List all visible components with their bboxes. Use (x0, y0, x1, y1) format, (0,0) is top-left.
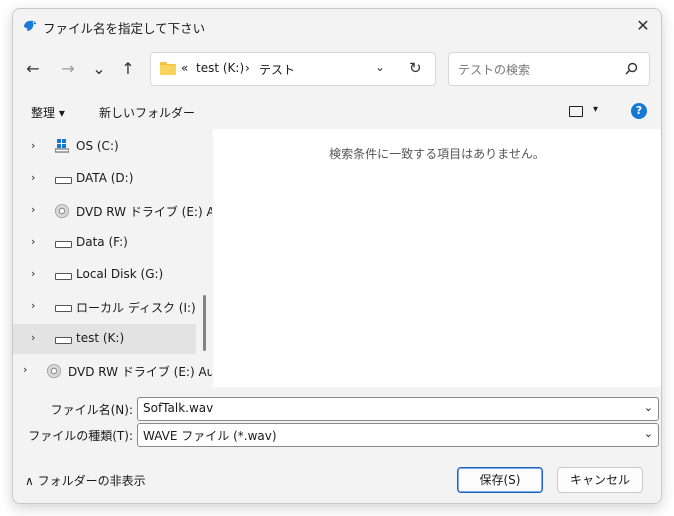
view-options-chevron-icon[interactable]: ▾ (593, 104, 598, 115)
disc-icon (55, 204, 69, 218)
tree-item-label: DVD RW ドライブ (E:) Audio CD (76, 205, 212, 219)
folder-icon (160, 62, 176, 75)
hide-folders-button[interactable]: ∧ フォルダーの非表示 (25, 472, 146, 489)
search-input[interactable]: テストの検索 (448, 52, 650, 86)
drive-icon (55, 273, 72, 280)
drive-icon (55, 177, 72, 184)
view-layout-icon[interactable] (569, 106, 583, 117)
address-history-chevron-icon[interactable]: ⌄ (375, 60, 385, 74)
windows-drive-icon (55, 139, 69, 153)
navigation-scrollbar[interactable] (203, 295, 206, 351)
expand-chevron-icon[interactable]: › (31, 299, 35, 312)
empty-result-message: 検索条件に一致する項目はありません。 (329, 147, 545, 161)
tree-item-label: DATA (D:) (76, 171, 134, 185)
tree-item-label: ローカル ディスク (I:) (76, 301, 196, 315)
drive-icon (55, 241, 72, 248)
file-type-select[interactable]: WAVE ファイル (*.wav) ⌄ (137, 423, 659, 447)
expand-chevron-icon[interactable]: › (31, 171, 35, 184)
file-list-pane[interactable]: 検索条件に一致する項目はありません。 (213, 129, 661, 387)
tree-item-test-k[interactable]: › test (K:) (13, 324, 196, 354)
expand-chevron-icon[interactable]: › (23, 363, 27, 376)
disc-icon (47, 364, 61, 378)
file-fields: ファイル名(N): SofTalk.wav ⌄ ファイルの種類(T): WAVE… (13, 387, 661, 449)
drive-icon (55, 337, 72, 344)
breadcrumb-separator-icon: › (245, 61, 250, 75)
drive-icon (55, 305, 72, 312)
command-bar: 整理 ▾ 新しいフォルダー ▾ ? (13, 95, 661, 129)
search-icon (625, 62, 638, 75)
search-placeholder: テストの検索 (458, 63, 531, 77)
address-overflow-icon[interactable]: « (181, 61, 188, 75)
tree-item-label: test (K:) (76, 331, 125, 345)
tree-item-label: OS (C:) (76, 139, 119, 153)
dialog-footer: ∧ フォルダーの非表示 保存(S) キャンセル (13, 449, 661, 503)
tree-item-data-f[interactable]: › Data (F:) (13, 228, 196, 258)
recent-locations-chevron-icon[interactable]: ⌄ (87, 57, 111, 81)
file-type-label: ファイルの種類(T): (28, 429, 133, 443)
up-arrow-icon[interactable]: ↑ (116, 57, 140, 81)
dialog-title: ファイル名を指定して下さい (43, 21, 206, 36)
breadcrumb-test-folder[interactable]: テスト (259, 61, 295, 78)
app-bird-icon (24, 20, 37, 31)
chevron-down-icon[interactable]: ⌄ (644, 401, 653, 414)
tree-item-label: Local Disk (G:) (76, 267, 164, 281)
help-icon[interactable]: ? (631, 103, 647, 119)
breadcrumb-test-drive[interactable]: test (K:) (196, 61, 244, 75)
tree-item-dvd-e[interactable]: › DVD RW ドライブ (E:) Audio CD (13, 196, 212, 226)
refresh-icon[interactable]: ↻ (409, 59, 422, 77)
navigation-bar: ← → ⌄ ↑ « test (K:) › テスト ⌄ ↻ テストの検索 (13, 43, 661, 95)
close-icon[interactable]: ✕ (625, 9, 661, 43)
expand-chevron-icon[interactable]: › (31, 203, 35, 216)
expand-chevron-icon[interactable]: › (31, 267, 35, 280)
address-bar[interactable]: « test (K:) › テスト ⌄ ↻ (150, 52, 436, 86)
filename-field[interactable]: SofTalk.wav ⌄ (137, 397, 659, 421)
chevron-down-icon[interactable]: ⌄ (644, 427, 653, 440)
tree-item-os-c[interactable]: › OS (C:) (13, 132, 196, 162)
expand-chevron-icon[interactable]: › (31, 235, 35, 248)
expand-chevron-icon[interactable]: › (31, 139, 35, 152)
tree-item-local-disk-i[interactable]: › ローカル ディスク (I:) (13, 292, 196, 322)
filename-value: SofTalk.wav (143, 401, 214, 415)
tree-item-data-d[interactable]: › DATA (D:) (13, 164, 196, 194)
save-file-dialog: ファイル名を指定して下さい ✕ ← → ⌄ ↑ « test (K:) › テス… (12, 8, 662, 504)
cancel-button[interactable]: キャンセル (557, 467, 643, 493)
save-button[interactable]: 保存(S) (457, 467, 543, 493)
filename-label: ファイル名(N): (50, 403, 133, 417)
forward-arrow-icon[interactable]: → (56, 57, 80, 81)
file-type-value: WAVE ファイル (*.wav) (143, 429, 277, 443)
tree-item-local-disk-g[interactable]: › Local Disk (G:) (13, 260, 196, 290)
organize-menu-button[interactable]: 整理 ▾ (31, 104, 65, 121)
tree-item-dvd-e-root[interactable]: › DVD RW ドライブ (E:) Audio CD (13, 356, 212, 386)
tree-item-label: DVD RW ドライブ (E:) Audio CD (68, 365, 212, 379)
tree-item-label: Data (F:) (76, 235, 128, 249)
navigation-pane[interactable]: › OS (C:) › DATA (D:) › DVD RW ドライブ (E:)… (13, 129, 212, 387)
back-arrow-icon[interactable]: ← (21, 57, 45, 81)
new-folder-button[interactable]: 新しいフォルダー (99, 104, 195, 121)
title-bar: ファイル名を指定して下さい ✕ (13, 9, 661, 43)
expand-chevron-icon[interactable]: › (31, 331, 35, 344)
